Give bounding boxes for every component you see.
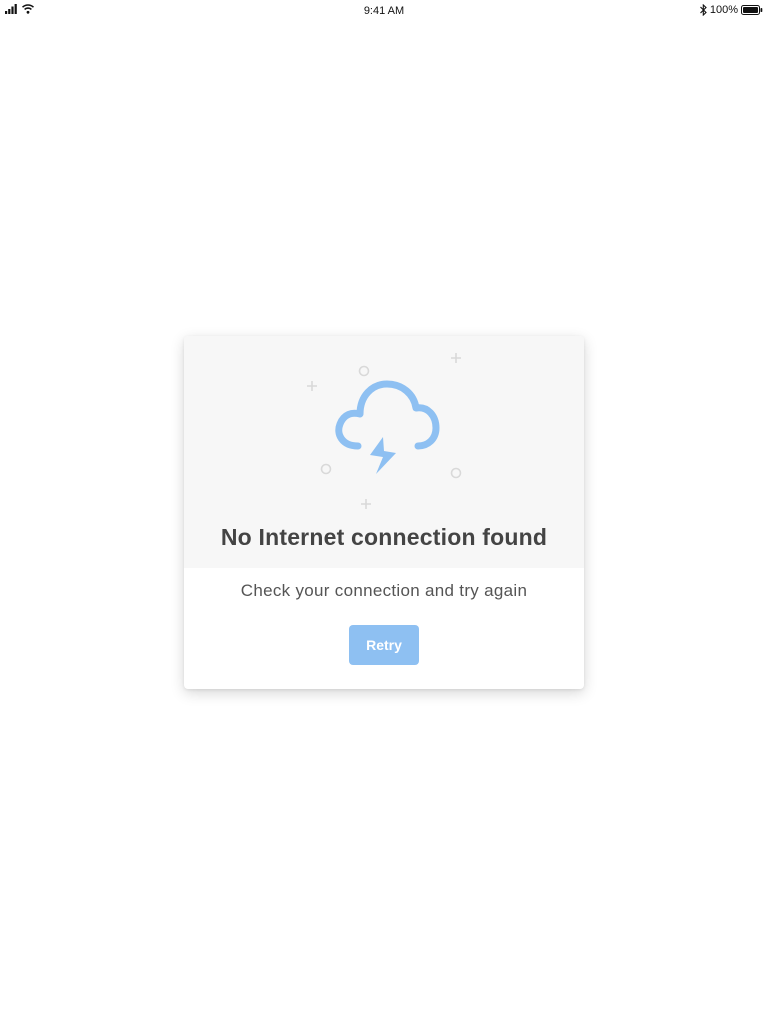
screen: 9:41 AM 100% No Internet connection foun… xyxy=(0,0,768,1024)
battery-percent: 100% xyxy=(709,4,738,16)
dialog-title: No Internet connection found xyxy=(220,524,548,550)
status-time: 9:41 AM xyxy=(363,5,405,17)
status-right: 100% xyxy=(699,4,763,16)
cloud-lightning-icon xyxy=(307,353,462,509)
retry-button[interactable]: Retry xyxy=(349,625,419,665)
battery-icon xyxy=(741,5,763,15)
dialog-message: Check your connection and try again xyxy=(240,581,528,600)
no-connection-dialog: No Internet connection found Check your … xyxy=(184,336,584,689)
dialog-header: No Internet connection found xyxy=(184,336,584,568)
bluetooth-icon xyxy=(699,4,707,16)
status-bar: 9:41 AM 100% xyxy=(0,0,768,22)
